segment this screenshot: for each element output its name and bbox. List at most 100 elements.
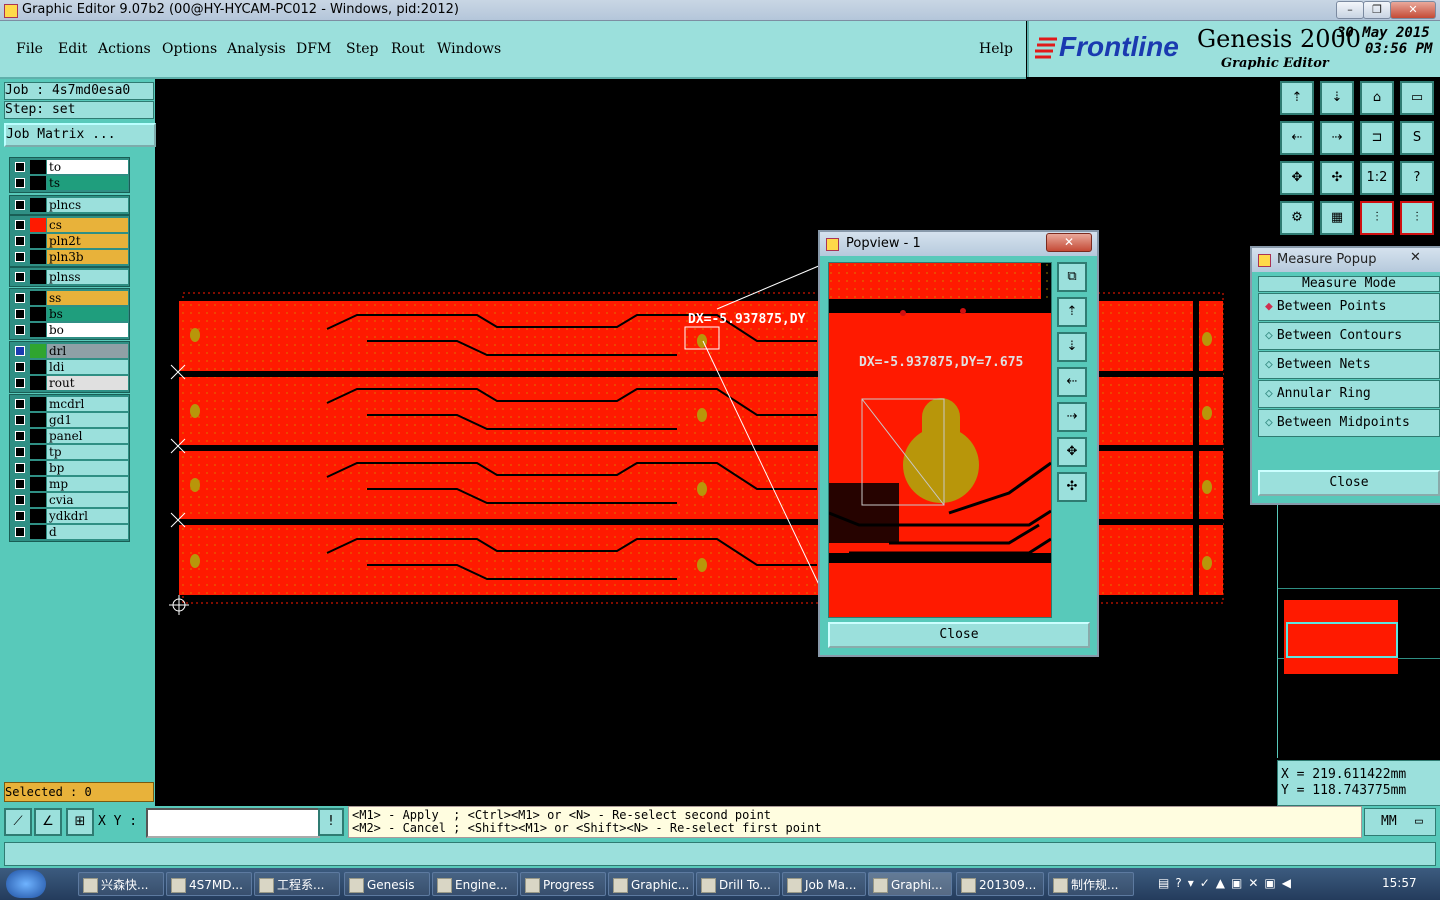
menu-actions[interactable]: Actions <box>98 41 151 57</box>
close-window-button[interactable]: ✕ <box>1390 1 1436 19</box>
layer-checkbox[interactable] <box>15 220 25 230</box>
layer-checkbox[interactable] <box>15 479 25 489</box>
layer-checkbox[interactable] <box>15 415 25 425</box>
popview-down-icon[interactable]: ⇣ <box>1057 332 1087 362</box>
menu-options[interactable]: Options <box>162 41 217 57</box>
layer-checkbox[interactable] <box>15 309 25 319</box>
snap-grid-icon[interactable]: ⊞ <box>66 808 94 836</box>
layer-row-pln2t[interactable]: pln2t <box>12 234 128 248</box>
tray-icons[interactable]: ▤?▾✓▲▣✕▣◀ <box>1158 876 1297 890</box>
overview-viewport[interactable] <box>1286 622 1398 658</box>
minimize-button[interactable]: – <box>1336 1 1364 19</box>
maximize-button[interactable]: ❐ <box>1363 1 1391 19</box>
popview-zoom-in-icon[interactable]: ✥ <box>1057 437 1087 467</box>
window-view-icon[interactable]: ▭ <box>1400 81 1434 115</box>
task-item[interactable]: 工程系... <box>254 872 340 896</box>
popview-up-icon[interactable]: ⇡ <box>1057 297 1087 327</box>
layer-checkbox[interactable] <box>15 272 25 282</box>
layer-row-bo[interactable]: bo <box>12 323 128 337</box>
layer-checkbox[interactable] <box>15 162 25 172</box>
help-button[interactable]: ? <box>1400 161 1434 195</box>
option-between-nets[interactable]: ◇ Between Nets <box>1258 351 1440 379</box>
layer-checkbox[interactable] <box>15 431 25 441</box>
menu-step[interactable]: Step <box>346 41 378 57</box>
layer-row-pln3b[interactable]: pln3b <box>12 250 128 264</box>
layer-row-ydkdrl[interactable]: ydkdrl <box>12 509 128 523</box>
zoom-in-icon[interactable]: ✥ <box>1280 161 1314 195</box>
layer-row-ss[interactable]: ss <box>12 291 128 305</box>
menu-windows[interactable]: Windows <box>437 41 501 57</box>
task-item[interactable]: Drill To... <box>696 872 780 896</box>
layer-row-plnss[interactable]: plnss <box>12 270 128 284</box>
pan-down-icon[interactable]: ⇣ <box>1320 81 1354 115</box>
task-item[interactable]: Job Ma... <box>782 872 866 896</box>
redraw-icon[interactable]: S <box>1400 121 1434 155</box>
task-item[interactable]: 4S7MD... <box>166 872 252 896</box>
option-between-contours[interactable]: ◇ Between Contours <box>1258 322 1440 350</box>
layer-checkbox[interactable] <box>15 200 25 210</box>
option-between-points[interactable]: ◆ Between Points <box>1258 293 1440 321</box>
layer-row-ts[interactable]: ts <box>12 176 128 190</box>
layer-checkbox[interactable] <box>15 325 25 335</box>
job-matrix-button[interactable]: Job Matrix ... <box>4 123 156 147</box>
layer-row-mcdrl[interactable]: mcdrl <box>12 397 128 411</box>
snap-icon[interactable]: ⚙ <box>1280 201 1314 235</box>
layer-checkbox[interactable] <box>15 178 25 188</box>
start-button[interactable] <box>6 870 46 898</box>
zoom-1to2-button[interactable]: 1:2 <box>1360 161 1394 195</box>
layer-row-mp[interactable]: mp <box>12 477 128 491</box>
alert-button[interactable]: ! <box>318 808 344 836</box>
popview-titlebar[interactable]: Popview - 1 ✕ <box>820 232 1097 256</box>
task-item[interactable]: 兴森快... <box>78 872 164 896</box>
layer-row-gd1[interactable]: gd1 <box>12 413 128 427</box>
netlist-icon[interactable]: ⫶ <box>1400 201 1434 235</box>
layer-checkbox[interactable] <box>15 378 25 388</box>
task-item[interactable]: Engine... <box>432 872 518 896</box>
measure-close-button[interactable]: Close <box>1258 470 1440 496</box>
popview-close-icon[interactable]: ✕ <box>1046 233 1092 252</box>
mirror-icon[interactable]: ⊐ <box>1360 121 1394 155</box>
layer-checkbox[interactable] <box>15 495 25 505</box>
task-item-active[interactable]: Graphi... <box>868 872 952 896</box>
measure-tool-icon[interactable]: ⟋ <box>4 808 32 836</box>
units-select[interactable]: MM ▭ <box>1364 808 1436 836</box>
layer-checkbox[interactable] <box>15 293 25 303</box>
layer-checkbox[interactable] <box>15 362 25 372</box>
popview-copy-icon[interactable]: ⧉ <box>1057 262 1087 292</box>
layer-row-tp[interactable]: tp <box>12 445 128 459</box>
layer-row-rout[interactable]: rout <box>12 376 128 390</box>
menu-edit[interactable]: Edit <box>58 41 87 57</box>
angle-tool-icon[interactable]: ∠ <box>34 808 62 836</box>
component-icon[interactable]: ⫶ <box>1360 201 1394 235</box>
menu-analysis[interactable]: Analysis <box>227 41 286 57</box>
option-between-midpoints[interactable]: ◇ Between Midpoints <box>1258 409 1440 437</box>
pan-left-icon[interactable]: ⇠ <box>1280 121 1314 155</box>
menu-dfm[interactable]: DFM <box>296 41 331 57</box>
measure-popup-titlebar[interactable]: Measure Popup ✕ <box>1252 248 1440 272</box>
task-item[interactable]: Progress <box>520 872 606 896</box>
layer-row-cvia[interactable]: cvia <box>12 493 128 507</box>
task-item[interactable]: 制作规... <box>1048 872 1134 896</box>
layer-row-plncs[interactable]: plncs <box>12 198 128 212</box>
layer-row-cs[interactable]: cs <box>12 218 128 232</box>
menu-help[interactable]: Help <box>979 41 1013 57</box>
task-item[interactable]: Genesis <box>344 872 430 896</box>
layer-row-bs[interactable]: bs <box>12 307 128 321</box>
layer-row-d[interactable]: d <box>12 525 128 539</box>
option-annular-ring[interactable]: ◇ Annular Ring <box>1258 380 1440 408</box>
layer-checkbox[interactable] <box>15 346 25 356</box>
xy-input[interactable] <box>146 808 320 838</box>
menu-rout[interactable]: Rout <box>391 41 425 57</box>
popview-zoom-out-icon[interactable]: ✣ <box>1057 472 1087 502</box>
graphic-canvas[interactable]: DX=-5.937875,DY <box>157 79 1277 805</box>
popview-canvas[interactable]: DX=-5.937875,DY=7.675 <box>828 262 1052 618</box>
task-item[interactable]: Graphic... <box>608 872 694 896</box>
zoom-out-icon[interactable]: ✣ <box>1320 161 1354 195</box>
layer-checkbox[interactable] <box>15 252 25 262</box>
grid-icon[interactable]: ▦ <box>1320 201 1354 235</box>
layer-row-panel[interactable]: panel <box>12 429 128 443</box>
pan-right-icon[interactable]: ⇢ <box>1320 121 1354 155</box>
task-item[interactable]: 201309... <box>956 872 1044 896</box>
overview-panel[interactable] <box>1277 500 1440 758</box>
pan-up-icon[interactable]: ⇡ <box>1280 81 1314 115</box>
